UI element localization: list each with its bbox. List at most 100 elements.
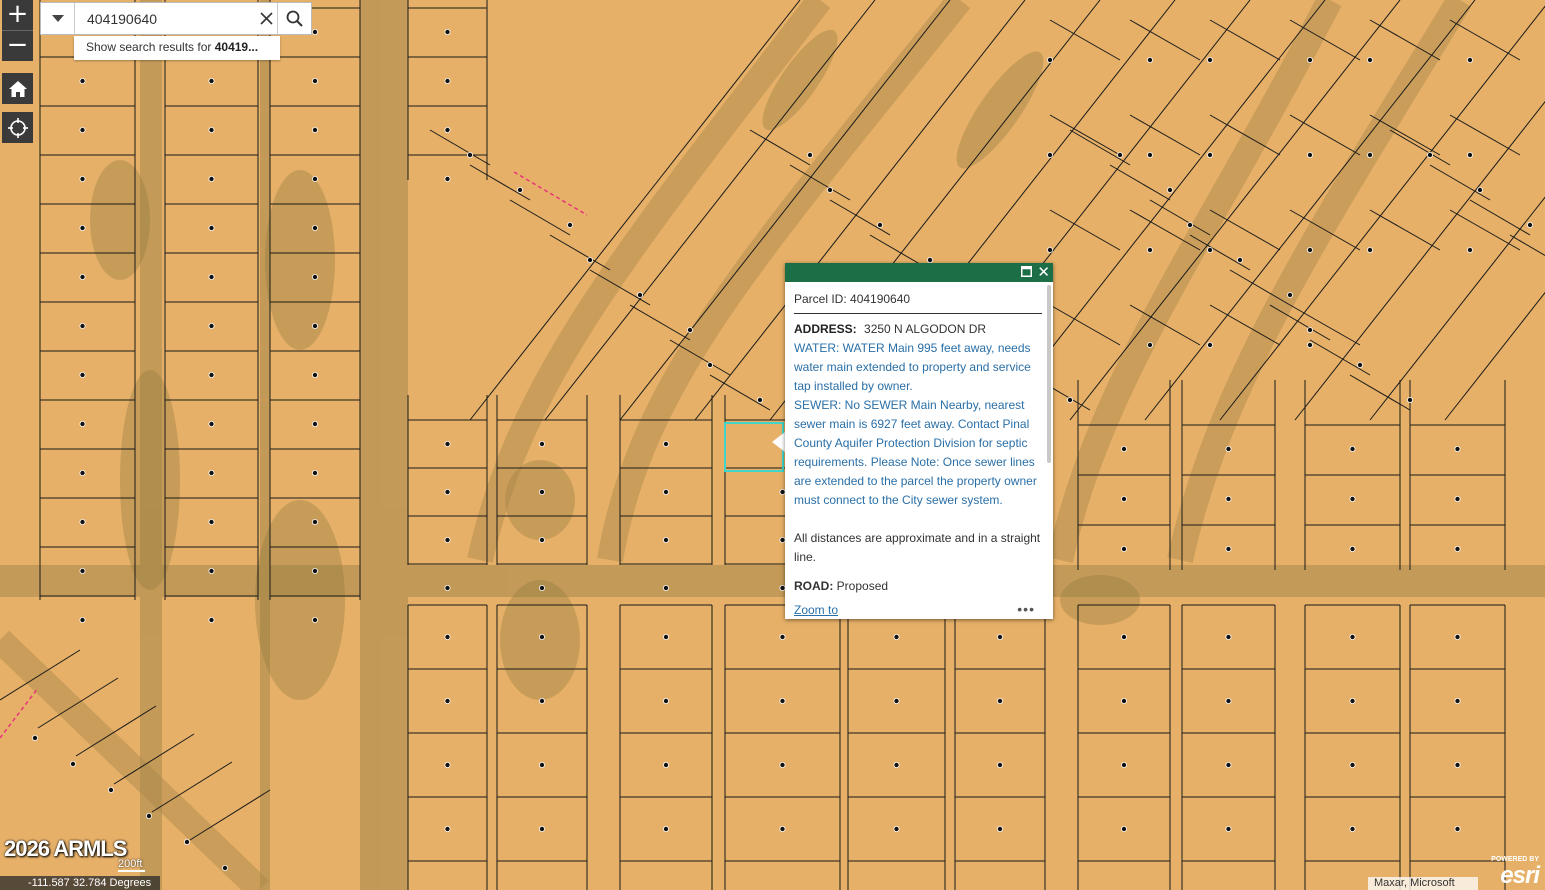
road-label: ROAD:	[794, 579, 834, 593]
parcel-centroid	[1527, 221, 1534, 228]
popup-scrollbar[interactable]	[1047, 285, 1051, 463]
parcel-centroid	[208, 78, 215, 85]
popup-pointer	[772, 432, 785, 452]
parcel-centroid	[1357, 361, 1364, 368]
parcel-centroid	[663, 537, 670, 544]
parcel-centroid	[1349, 495, 1356, 502]
parcel-centroid	[32, 735, 39, 742]
search-button[interactable]	[277, 3, 311, 34]
attribution: Maxar, Microsoft	[1368, 877, 1478, 890]
parcel-centroid	[927, 256, 934, 263]
parcel-centroid	[997, 762, 1004, 769]
parcel-centroid	[707, 361, 714, 368]
parcel-centroid	[1454, 634, 1461, 641]
search-source-dropdown[interactable]	[41, 3, 75, 34]
popup-close-button[interactable]: ✕	[1037, 264, 1050, 281]
parcel-centroid	[208, 371, 215, 378]
locate-button[interactable]	[2, 112, 33, 143]
parcel-centroid	[1427, 151, 1434, 158]
parcel-centroid	[311, 273, 318, 280]
search-input[interactable]	[75, 3, 255, 34]
parcel-centroid	[79, 175, 86, 182]
parcel-centroid	[1454, 762, 1461, 769]
parcel-centroid	[466, 151, 473, 158]
address-value: 3250 N ALGODON DR	[864, 322, 987, 336]
parcel-centroid	[311, 519, 318, 526]
parcel-centroid	[1121, 634, 1128, 641]
parcel-centroid	[208, 273, 215, 280]
parcel-centroid	[1454, 698, 1461, 705]
address-row: ADDRESS: 3250 N ALGODON DR	[794, 320, 1042, 339]
home-icon	[8, 80, 27, 97]
esri-logo-text: esri	[1500, 862, 1540, 889]
parcel-centroid	[79, 322, 86, 329]
parcel-centroid	[311, 78, 318, 85]
zoom-to-link[interactable]: Zoom to	[794, 603, 838, 617]
road-value: Proposed	[836, 579, 889, 593]
parcel-centroid	[1225, 546, 1232, 553]
parcel-centroid	[221, 865, 228, 872]
parcel-centroid	[208, 469, 215, 476]
zoom-in-button[interactable]: +	[2, 0, 33, 30]
parcel-centroid	[444, 78, 451, 85]
parcel-centroid	[1207, 341, 1214, 348]
parcel-centroid	[877, 221, 884, 228]
parcel-centroid	[1225, 445, 1232, 452]
parcel-centroid	[70, 761, 77, 768]
parcel-centroid	[1467, 57, 1474, 64]
parcel-centroid	[1467, 246, 1474, 253]
search-icon	[286, 10, 303, 27]
parcel-centroid	[311, 322, 318, 329]
parcel-centroid	[1307, 326, 1314, 333]
parcel-centroid	[1307, 246, 1314, 253]
parcel-centroid	[757, 396, 764, 403]
home-button[interactable]	[2, 73, 33, 104]
popup-header: ✕	[785, 263, 1053, 282]
popup-footer: Zoom to	[794, 603, 838, 617]
parcel-centroid	[1349, 445, 1356, 452]
parcel-centroid	[1121, 826, 1128, 833]
parcel-centroid	[444, 28, 451, 35]
parcel-centroid	[208, 519, 215, 526]
parcel-centroid	[893, 634, 900, 641]
parcel-id: Parcel ID: 404190640	[794, 282, 1042, 314]
parcel-centroid	[567, 221, 574, 228]
parcel-centroid	[893, 762, 900, 769]
search-suggestion[interactable]: Show search results for 40419...	[74, 36, 280, 60]
coordinate-readout: -111.587 32.784 Degrees	[0, 876, 160, 890]
parcel-centroid	[311, 371, 318, 378]
parcel-centroid	[687, 326, 694, 333]
parcel-centroid	[997, 698, 1004, 705]
parcel-centroid	[79, 617, 86, 624]
parcel-centroid	[1047, 246, 1054, 253]
parcel-centroid	[807, 151, 814, 158]
parcel-centroid	[893, 826, 900, 833]
parcel-centroid	[444, 537, 451, 544]
parcel-centroid	[539, 826, 546, 833]
parcel-centroid	[1454, 445, 1461, 452]
parcel-centroid	[1147, 246, 1154, 253]
scale-bar: 200ft	[118, 858, 146, 872]
clear-search-button[interactable]	[255, 3, 277, 34]
parcel-centroid	[145, 813, 152, 820]
zoom-out-button[interactable]: −	[2, 31, 33, 61]
parcel-centroid	[663, 440, 670, 447]
parcel-centroid	[1121, 495, 1128, 502]
parcel-centroid	[1117, 151, 1124, 158]
parcel-centroid	[79, 469, 86, 476]
locate-icon	[7, 117, 28, 138]
parcel-centroid	[79, 519, 86, 526]
watermark: 2026 ARMLS	[4, 836, 127, 861]
parcel-centroid	[1225, 698, 1232, 705]
parcel-centroid	[311, 617, 318, 624]
parcel-centroid	[1287, 291, 1294, 298]
parcel-centroid	[779, 826, 786, 833]
chevron-down-icon	[51, 14, 64, 22]
parcel-centroid	[1225, 634, 1232, 641]
more-actions-icon[interactable]: •••	[1017, 601, 1035, 617]
parcel-centroid	[1225, 495, 1232, 502]
parcel-centroid	[1349, 634, 1356, 641]
parcel-centroid	[108, 787, 115, 794]
maximize-icon[interactable]	[1021, 266, 1032, 277]
